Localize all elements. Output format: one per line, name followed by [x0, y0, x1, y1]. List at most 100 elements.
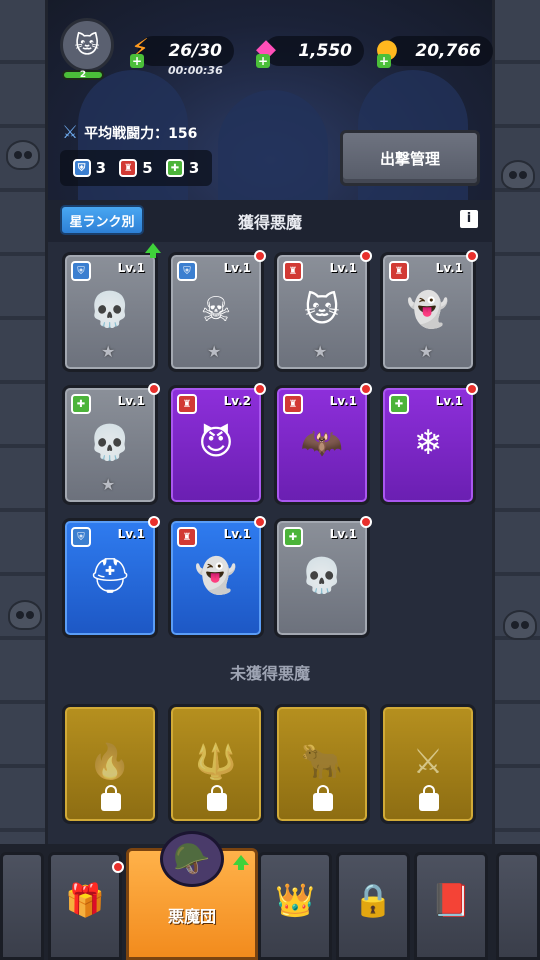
add-gold-icon[interactable]: + [377, 54, 391, 68]
demon-card[interactable]: ♜ Lv.1 👻 [168, 516, 266, 638]
demon-card[interactable]: ♜ Lv.1 🐱 ★ [274, 250, 372, 372]
star-rank-sort-button[interactable]: 星ランク別 [60, 205, 144, 235]
type-counts: ⛨ 3 ♜ 5 ✚ 3 [60, 150, 212, 186]
lock-icon [313, 785, 333, 811]
shield-type-icon: ⛨ [71, 261, 91, 281]
info-icon[interactable]: i [460, 210, 478, 228]
nav-tab-treasure-chest[interactable]: 🎁 [48, 852, 124, 960]
energy-timer: 00:00:36 [168, 64, 223, 77]
shield-type-count: ⛨ 3 [72, 159, 107, 177]
nav-tab-spellbook[interactable]: 📕 [414, 852, 488, 960]
notification-dot [254, 383, 266, 395]
star-rank-icon: ★ [101, 475, 116, 494]
attack-type-icon: ♜ [283, 261, 303, 281]
notification-dot [466, 250, 478, 262]
deploy-management-button[interactable]: 出撃管理 [340, 130, 480, 186]
demon-card[interactable]: ⛨ Lv.1 ☠ ★ [168, 250, 266, 372]
demon-card[interactable]: ♜ Lv.1 👻 ★ [380, 250, 478, 372]
locked-demon-card[interactable]: ⚔ [380, 704, 476, 824]
locked-demon-card[interactable]: 🔥 [62, 704, 158, 824]
demon-level: Lv.1 [329, 261, 357, 275]
skull-decoration-icon [6, 140, 40, 170]
nav-tab-label: 悪魔団 [167, 907, 216, 926]
gem-icon: ◆ + [256, 34, 276, 68]
blue-ninja-icon: 🦇 [300, 423, 344, 463]
notification-dot [360, 383, 372, 395]
nav-tab-crown[interactable]: 👑 [258, 852, 332, 960]
support-type-icon: ✚ [389, 394, 409, 414]
trident-mage-icon: 🔱 [194, 742, 238, 782]
lightning-icon: ⚡ + [130, 34, 150, 68]
horned-beast-icon: 🐂 [300, 742, 344, 782]
notification-dot [148, 383, 160, 395]
left-dungeon-wall [0, 0, 48, 960]
player-avatar[interactable]: 🐱 [60, 18, 114, 72]
notification-dot [148, 516, 160, 528]
star-rank-icon: ★ [101, 342, 116, 361]
notification-dot [360, 250, 372, 262]
locked-demon-card[interactable]: 🔱 [168, 704, 264, 824]
locked-portal-icon: 🔒 [353, 881, 393, 919]
nav-edge-right [496, 852, 540, 960]
demon-level: Lv.1 [117, 261, 145, 275]
hooded-skull-icon: 💀 [88, 423, 132, 463]
gold-value: 20,766 [415, 41, 481, 61]
unowned-demons-title: 未獲得悪魔 [229, 664, 310, 683]
energy-counter[interactable]: ⚡ + 26/30 [130, 34, 234, 68]
notification-dot [112, 861, 124, 873]
notification-dot [466, 383, 478, 395]
lock-icon [207, 785, 227, 811]
gem-counter[interactable]: ◆ + 1,550 [256, 34, 364, 68]
energy-value: 26/30 [168, 41, 222, 61]
shield-type-icon: ⛨ [71, 527, 91, 547]
background-arch [218, 90, 328, 200]
notification-dot [360, 516, 372, 528]
attack-count: 5 [142, 159, 153, 177]
support-type-count: ✚ 3 [165, 159, 200, 177]
hooded-trio-icon: 👻 [406, 290, 450, 330]
nav-tab-locked-portal[interactable]: 🔒 [336, 852, 410, 960]
avatar-level-badge: 2 [62, 70, 104, 80]
demon-card[interactable]: ⛨ Lv.1 💀 ★ [62, 243, 161, 372]
demon-card[interactable]: ✚ Lv.1 ❄ [380, 383, 478, 505]
demon-level: Lv.1 [223, 261, 251, 275]
ghost-boat-icon: 👻 [194, 556, 238, 596]
demon-card[interactable]: ♜ Lv.1 🦇 [274, 383, 372, 505]
trumpet-skull-icon: 💀 [300, 556, 344, 596]
gold-counter[interactable]: ● + 20,766 [376, 34, 493, 68]
knight-helmet-icon: 🪖 [160, 831, 224, 887]
support-count: 3 [188, 159, 200, 177]
nav-tab-knight-helmet[interactable]: 🪖 悪魔団 [126, 831, 258, 960]
ice-crystal-icon: ❄ [413, 423, 443, 463]
shield-count: 3 [95, 159, 107, 177]
locked-demon-card[interactable]: 🐂 [274, 704, 370, 824]
demon-level: Lv.1 [435, 261, 463, 275]
crown-icon: 👑 [275, 881, 315, 919]
demon-level: Lv.1 [223, 527, 251, 541]
right-dungeon-wall [492, 0, 540, 960]
shield-type-icon: ⛨ [177, 261, 197, 281]
demon-card[interactable]: ✚ Lv.1 💀 [274, 516, 372, 638]
gold-coin-icon: ● + [375, 34, 399, 68]
upgrade-arrow-icon [145, 243, 161, 258]
support-type-icon: ✚ [165, 159, 184, 177]
average-power-text: 平均戦闘力：156 [84, 125, 198, 142]
demon-card[interactable]: ⛨ Lv.1 ⛑ [62, 516, 160, 638]
upgrade-arrow-icon [233, 855, 249, 870]
add-energy-icon[interactable]: + [130, 54, 144, 68]
lock-icon [101, 785, 121, 811]
shield-type-icon: ⛨ [72, 159, 91, 177]
demon-level: Lv.1 [329, 527, 357, 541]
spellbook-icon: 📕 [431, 881, 471, 919]
attack-type-icon: ♜ [283, 394, 303, 414]
demon-level: Lv.1 [435, 394, 463, 408]
skull-pair-icon: 💀 [88, 290, 132, 330]
cat-quartet-icon: 🐱 [304, 290, 340, 330]
star-rank-icon: ★ [313, 342, 328, 361]
support-type-icon: ✚ [71, 394, 91, 414]
notification-dot [254, 516, 266, 528]
demon-card[interactable]: ♜ Lv.2 😈 [168, 383, 266, 505]
owned-demons-title: 獲得悪魔 [237, 213, 302, 232]
add-gems-icon[interactable]: + [256, 54, 270, 68]
demon-card[interactable]: ✚ Lv.1 💀 ★ [62, 383, 160, 505]
